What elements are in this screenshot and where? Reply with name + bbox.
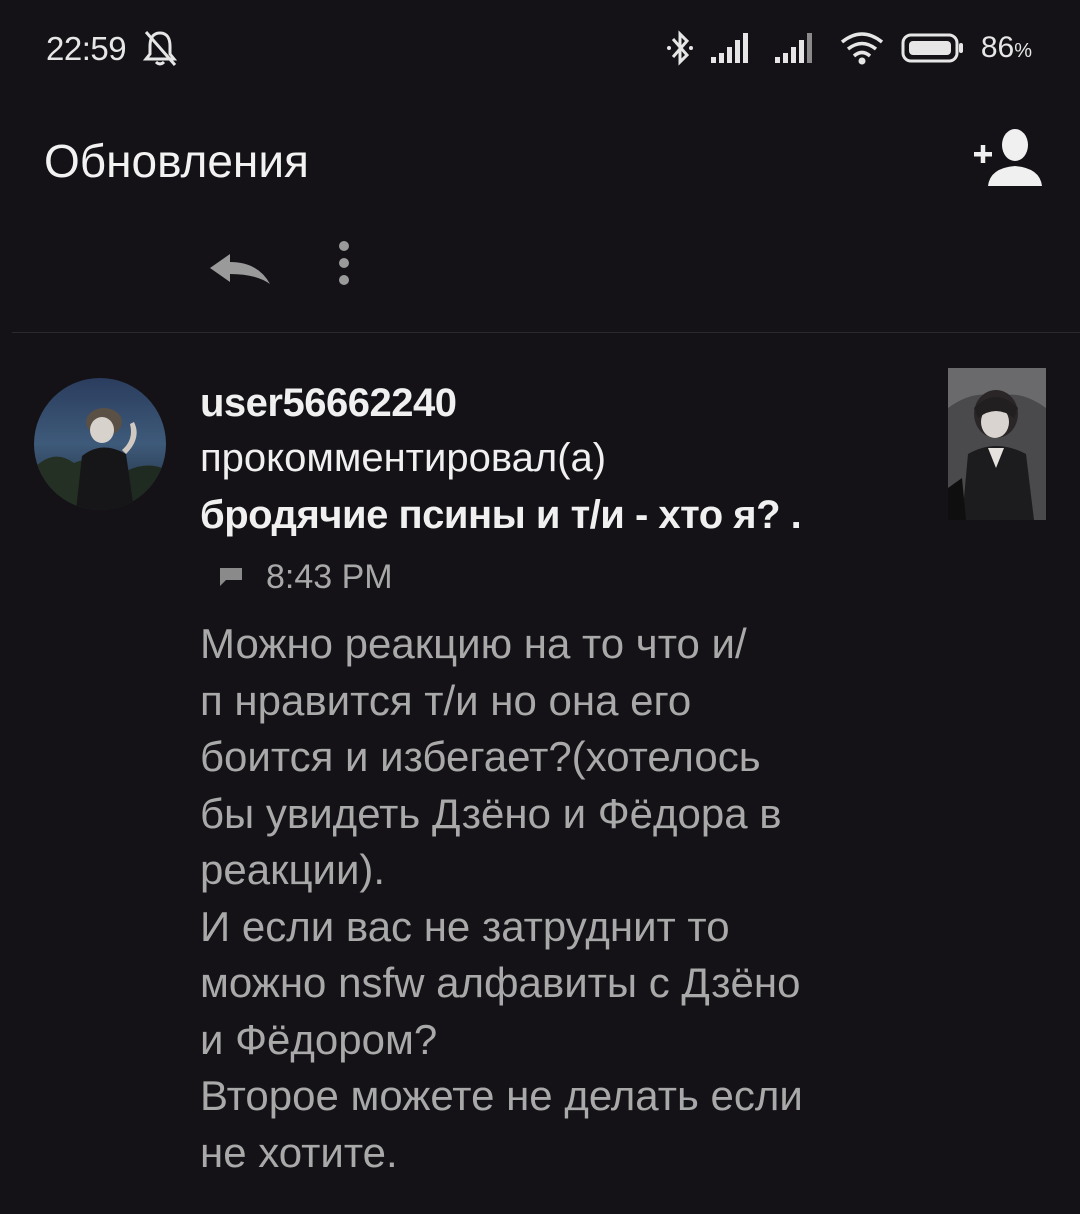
avatar[interactable] bbox=[34, 378, 166, 510]
comment-icon bbox=[220, 568, 242, 586]
status-icons: 86% bbox=[665, 26, 1032, 70]
notification-action: прокомментировал(а) bbox=[200, 436, 607, 480]
comment-text: Можно реакцию на то что и/ п нравится т/… bbox=[200, 620, 803, 1176]
notification-meta: 8:43 PM bbox=[200, 554, 930, 600]
story-title-link[interactable]: бродячие псины и т/и - хто я? . bbox=[200, 486, 930, 544]
signal-icon bbox=[774, 33, 812, 63]
story-cover-thumbnail[interactable] bbox=[948, 368, 1046, 520]
battery-percent: 86% bbox=[980, 31, 1032, 64]
status-time: 22:59 bbox=[46, 30, 127, 67]
status-bar: 22:59 86% bbox=[0, 0, 1080, 100]
reply-icon[interactable] bbox=[206, 248, 274, 294]
app-bar: Обновления bbox=[0, 100, 1080, 234]
more-icon[interactable] bbox=[330, 238, 358, 288]
signal-icon bbox=[710, 33, 748, 63]
add-user-icon[interactable] bbox=[970, 124, 1046, 190]
battery-icon bbox=[901, 33, 963, 63]
page-title: Обновления bbox=[44, 135, 309, 187]
notification-content[interactable]: user56662240 прокомментировал(а) бродячи… bbox=[200, 376, 930, 1181]
divider bbox=[12, 332, 1080, 333]
mute-icon bbox=[142, 31, 178, 66]
username[interactable]: user56662240 bbox=[200, 376, 930, 430]
wifi-icon bbox=[840, 32, 883, 65]
previous-item-actions bbox=[0, 234, 1080, 332]
bluetooth-icon bbox=[666, 30, 693, 66]
notification-time: 8:43 PM bbox=[266, 557, 393, 596]
